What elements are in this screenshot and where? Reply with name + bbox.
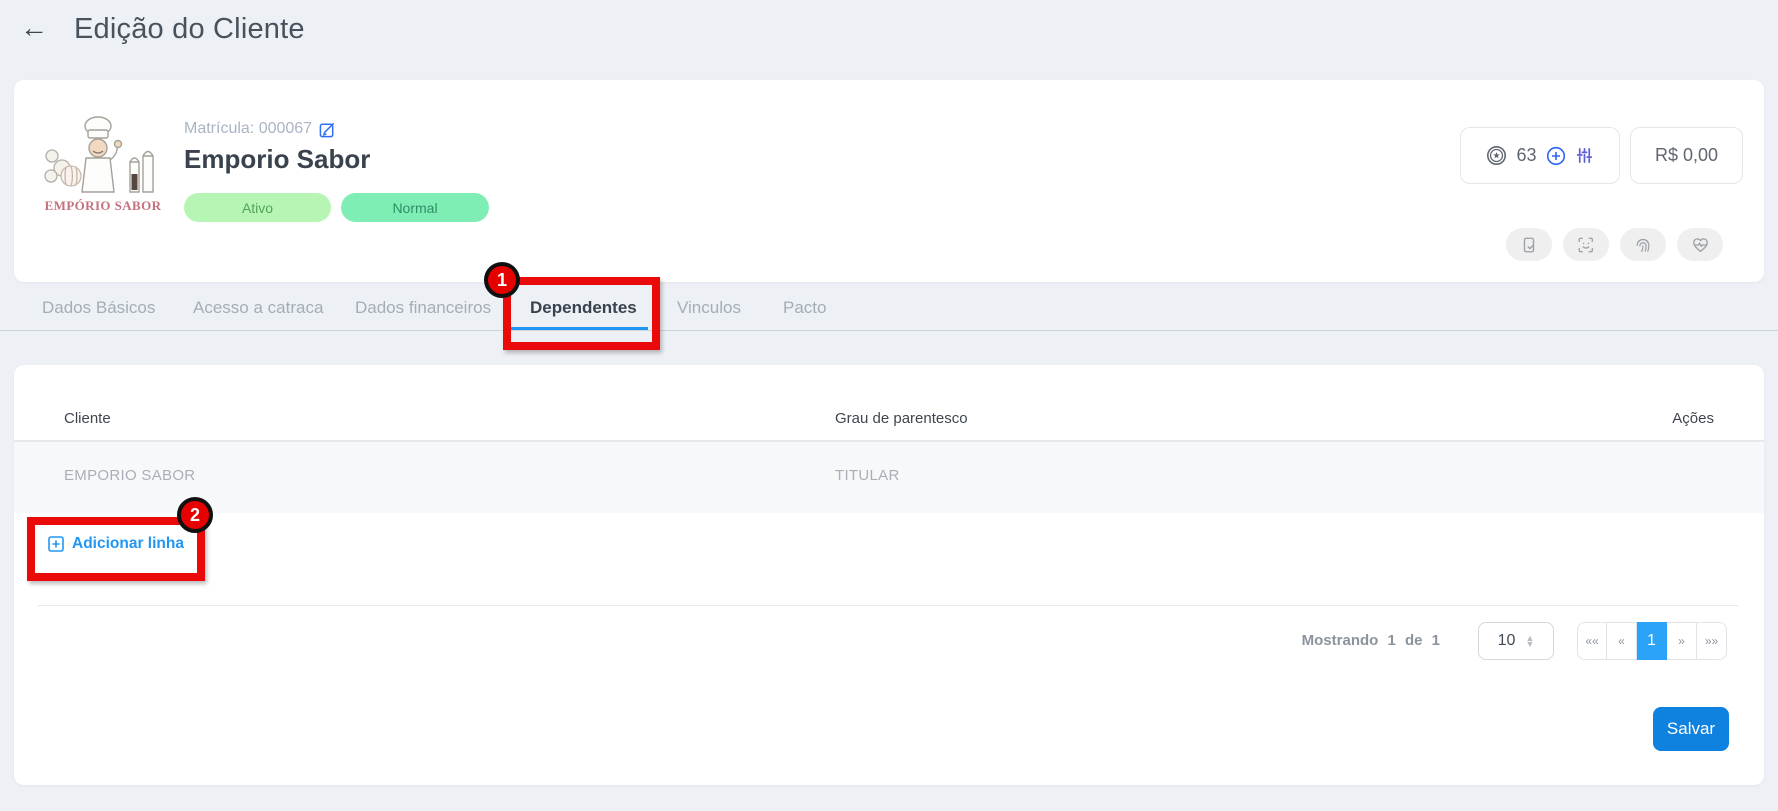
save-button[interactable]: Salvar xyxy=(1653,707,1729,751)
page-title: Edição do Cliente xyxy=(74,13,305,46)
fingerprint-icon xyxy=(1634,236,1652,254)
spinner-arrows-icon: ▲▼ xyxy=(1525,635,1534,647)
health-button[interactable] xyxy=(1677,228,1723,261)
status-badges: Ativo Normal xyxy=(184,193,489,222)
device-check-icon xyxy=(1520,236,1538,254)
annotation-box-step2 xyxy=(27,517,205,581)
annotation-box-step1 xyxy=(503,277,660,350)
tab-dados-basicos[interactable]: Dados Básicos xyxy=(42,298,155,318)
last-page-button[interactable]: »» xyxy=(1697,622,1727,660)
chef-illustration-icon xyxy=(38,110,158,198)
client-name: Emporio Sabor xyxy=(184,144,370,175)
page-size-select[interactable]: 10 ▲▼ xyxy=(1478,622,1554,660)
heart-pulse-icon xyxy=(1691,236,1710,254)
column-header-cliente: Cliente xyxy=(64,410,111,427)
credits-box[interactable]: 63 xyxy=(1460,127,1620,184)
table-row: EMPORIO SABOR TITULAR xyxy=(14,442,1764,513)
status-badge-normal: Normal xyxy=(341,193,489,222)
pagination-divider xyxy=(38,605,1738,606)
annotation-badge-step2: 2 xyxy=(177,497,213,533)
tab-vinculos[interactable]: Vinculos xyxy=(677,298,741,318)
status-badge-ativo: Ativo xyxy=(184,193,331,222)
client-summary-card: EMPÓRIO SABOR Matrícula: 000067 Emporio … xyxy=(14,80,1764,282)
pagination-controls: «« « 1 » »» xyxy=(1577,622,1727,660)
first-page-button[interactable]: «« xyxy=(1577,622,1607,660)
logo-brand-text: EMPÓRIO SABOR xyxy=(38,198,168,214)
matricula-label: Matrícula: 000067 xyxy=(184,120,312,138)
credits-value: 63 xyxy=(1516,145,1536,166)
annotation-badge-step1: 1 xyxy=(484,262,520,298)
face-scan-button[interactable] xyxy=(1563,228,1609,261)
client-action-buttons xyxy=(1506,228,1723,261)
cell-grau: TITULAR xyxy=(835,467,900,484)
next-page-button[interactable]: » xyxy=(1667,622,1697,660)
prev-page-button[interactable]: « xyxy=(1607,622,1637,660)
matricula-row: Matrícula: 000067 xyxy=(184,120,336,138)
balance-value: R$ 0,00 xyxy=(1655,145,1718,166)
balance-box[interactable]: R$ 0,00 xyxy=(1630,127,1743,184)
sliders-icon[interactable] xyxy=(1575,146,1594,165)
client-logo: EMPÓRIO SABOR xyxy=(38,110,168,228)
fingerprint-button[interactable] xyxy=(1620,228,1666,261)
back-button[interactable]: ← xyxy=(20,12,48,44)
tab-dados-financeiros[interactable]: Dados financeiros xyxy=(355,298,491,318)
tab-acesso-catraca[interactable]: Acesso a catraca xyxy=(193,298,323,318)
cell-cliente: EMPORIO SABOR xyxy=(64,467,195,484)
dependents-card: Cliente Grau de parentesco Ações EMPORIO… xyxy=(14,365,1764,785)
add-credits-icon[interactable] xyxy=(1546,146,1566,166)
edit-icon[interactable] xyxy=(319,121,336,138)
coin-star-icon xyxy=(1486,145,1507,166)
device-check-button[interactable] xyxy=(1506,228,1552,261)
page-1-button[interactable]: 1 xyxy=(1637,622,1667,660)
pagination-summary: Mostrando 1 de 1 xyxy=(1302,632,1440,649)
tab-pacto[interactable]: Pacto xyxy=(783,298,826,318)
column-header-grau: Grau de parentesco xyxy=(835,410,968,427)
page-size-value: 10 xyxy=(1498,632,1516,650)
tabs-divider xyxy=(0,330,1778,331)
face-scan-icon xyxy=(1577,236,1595,254)
column-header-acoes: Ações xyxy=(1672,410,1714,427)
